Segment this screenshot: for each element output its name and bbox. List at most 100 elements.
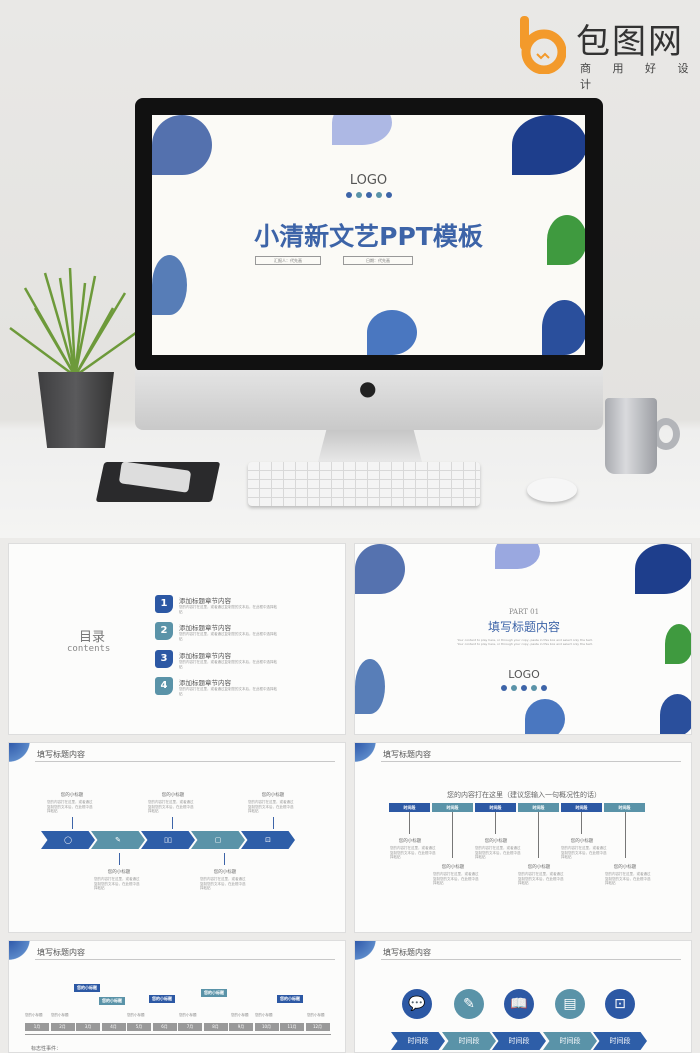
month-cell: 3月	[76, 1023, 100, 1031]
logo-dots	[355, 685, 691, 691]
leaf-decoration	[355, 941, 379, 963]
small-label: 您的小标题	[255, 1013, 273, 1017]
slide-heading: 填写标题内容	[37, 948, 85, 957]
time-chevron: 时间段	[442, 1032, 496, 1050]
leaf-decoration	[9, 941, 33, 963]
pencil-icon: ✎	[454, 989, 484, 1019]
slide-months[interactable]: 填写标题内容 1月 2月 3月 4月 5月 6月 7月 8月 9月 10月 11月 12月 您的小标题…	[8, 940, 346, 1053]
hero-title: 小清新文艺PPT模板	[254, 222, 483, 251]
document-icon: ▢	[191, 831, 245, 849]
small-label: 您的小标题	[179, 1013, 197, 1017]
text: 您的内容打在这里，或者通过复制您的文本后，在此框中选择粘贴	[475, 846, 521, 859]
toc-item: 1 添加标题章节内容 您的内容打在这里，或者通过复制您的文本后，在此框中选择粘贴	[155, 595, 279, 615]
heading-divider	[381, 959, 681, 960]
date-box: 日期：代先画	[343, 256, 413, 265]
keyboard	[248, 462, 480, 506]
brand-slogan: 商 用 好 设 计	[580, 62, 698, 91]
apple-logo-icon: ●	[359, 376, 377, 400]
logo-dots	[152, 192, 585, 198]
small-label: 您的小标题	[231, 1013, 249, 1017]
slide-logo: LOGO	[349, 173, 388, 188]
subtitle: 您的小标题	[213, 870, 237, 875]
plant	[5, 267, 145, 378]
small-label: 您的小标题	[51, 1013, 69, 1017]
text: 您的内容打在这里，或者通过复制您的文本后，在此框中选择粘贴	[200, 877, 246, 890]
text: 您的内容打在这里，或者通过复制您的文本后，在此框中选择粘贴	[47, 800, 93, 813]
chat-icon: ◯	[41, 831, 95, 849]
subtitle: 您的小标题	[527, 865, 551, 870]
text: 您的内容打在这里，或者通过复制您的文本后，在此框中选择粘贴	[433, 872, 479, 885]
book-icon: 📖	[504, 989, 534, 1019]
arrow-up-icon	[273, 817, 274, 829]
month-cell: 2月	[50, 1023, 75, 1031]
mug	[605, 398, 657, 474]
time-bar: 时间段	[432, 803, 473, 812]
part-number: PART 01	[508, 608, 540, 616]
slide-heading: 填写标题内容	[383, 948, 431, 957]
text: 您的内容打在这里，或者通过复制您的文本后，在此框中选择粘贴	[248, 800, 294, 813]
footer-label: 标志性事件：	[31, 1046, 62, 1052]
brand-b-icon	[520, 16, 566, 74]
heading-divider	[35, 761, 335, 762]
time-bar: 时间段	[518, 803, 559, 812]
month-cell: 7月	[178, 1023, 202, 1031]
arrow-up-icon	[172, 817, 173, 829]
slide-heading: 填写标题内容	[37, 750, 85, 759]
subtitle: 您的小标题	[484, 839, 508, 844]
chat-icon: 💬	[402, 989, 432, 1019]
mouse	[527, 478, 577, 502]
toc-title: 目录	[79, 630, 106, 645]
subtitle: 您的小标题	[261, 793, 285, 798]
slide-toc[interactable]: 目录 contents 1 添加标题章节内容 您的内容打在这里，或者通过复制您的文本…	[8, 543, 346, 735]
book-icon: ▯▯	[141, 831, 195, 849]
box-icon: ⊡	[241, 831, 295, 849]
pencil-icon: ✎	[91, 831, 145, 849]
presenter-box: 汇报人：代先画	[255, 256, 321, 265]
document-icon: ▤	[555, 989, 585, 1019]
time-bar: 时间段	[604, 803, 645, 812]
text: 您的内容打在这里，或者通过复制您的文本后，在此框中选择粘贴	[148, 800, 194, 813]
tag: 您的小标题	[74, 984, 100, 992]
toc-subtitle: contents	[67, 644, 111, 654]
month-cell: 10月	[254, 1023, 279, 1031]
part-title: 填写标题内容	[487, 620, 560, 634]
small-label: 您的小标题	[25, 1013, 43, 1017]
slide-heading: 填写标题内容	[383, 750, 431, 759]
plant-pot	[38, 372, 114, 448]
month-cell: 6月	[152, 1023, 177, 1031]
time-bar: 时间段	[389, 803, 430, 812]
text: 您的内容打在这里，或者通过复制您的文本后，在此框中选择粘贴	[94, 877, 140, 890]
arrow-up-icon	[119, 853, 120, 865]
subtitle: 您的小标题	[161, 793, 185, 798]
text: 您的内容打在这里，或者通过复制您的文本后，在此框中选择粘贴	[518, 872, 564, 885]
brand-logo: 包图网 商 用 好 设 计	[518, 14, 698, 91]
toc-item: 4 添加标题章节内容 您的内容打在这里，或者通过复制您的文本后，在此框中选择粘贴	[155, 677, 279, 697]
slide-timeline[interactable]: 填写标题内容 您的内容打在这里（建议您输入一句概况性的话） 时间段 时间段 时间…	[354, 742, 692, 933]
subtitle: 您的小标题	[60, 793, 84, 798]
subtitle: 您的小标题	[398, 839, 422, 844]
month-cell: 11月	[280, 1023, 304, 1031]
leaf-decoration	[9, 743, 33, 765]
slide-process[interactable]: 填写标题内容 ◯ ✎ ▯▯ ▢ ⊡ 您的小标题您的内容打在这里，或者通过复制您的…	[8, 742, 346, 933]
heading-divider	[381, 761, 681, 762]
heading-divider	[35, 959, 335, 960]
part-body: Your content to play here, or through yo…	[457, 638, 593, 646]
time-chevron: 时间段	[543, 1032, 597, 1050]
time-chevron: 时间段	[593, 1032, 647, 1050]
timeline-heading: 您的内容打在这里（建议您输入一句概况性的话）	[447, 791, 601, 799]
slide-part[interactable]: PART 01 填写标题内容 Your content to play here…	[354, 543, 692, 735]
month-cell: 9月	[229, 1023, 253, 1031]
slide-pins[interactable]: 填写标题内容 💬 ✎ 📖 ▤ ⊡ 时间段 时间段 时间段 时间段 时间段	[354, 940, 692, 1053]
month-cell: 5月	[127, 1023, 151, 1031]
toc-item: 3 添加标题章节内容 您的内容打在这里，或者通过复制您的文本后，在此框中选择粘贴	[155, 650, 279, 670]
subtitle: 您的小标题	[613, 865, 637, 870]
toc-item: 2 添加标题章节内容 您的内容打在这里，或者通过复制您的文本后，在此框中选择粘贴	[155, 622, 279, 642]
text: 您的内容打在这里，或者通过复制您的文本后，在此框中选择粘贴	[561, 846, 607, 859]
text: 您的内容打在这里，或者通过复制您的文本后，在此框中选择粘贴	[390, 846, 436, 859]
subtitle: 您的小标题	[107, 870, 131, 875]
arrow-up-icon	[72, 817, 73, 829]
text: 您的内容打在这里，或者通过复制您的文本后，在此框中选择粘贴	[605, 872, 651, 885]
desk-scene-photo: 包图网 商 用 好 设 计 LOGO 小清新文艺PPT模板 汇报人：代先画 日期…	[0, 0, 700, 538]
small-label: 您的小标题	[307, 1013, 325, 1017]
leaf-decoration	[355, 743, 379, 765]
